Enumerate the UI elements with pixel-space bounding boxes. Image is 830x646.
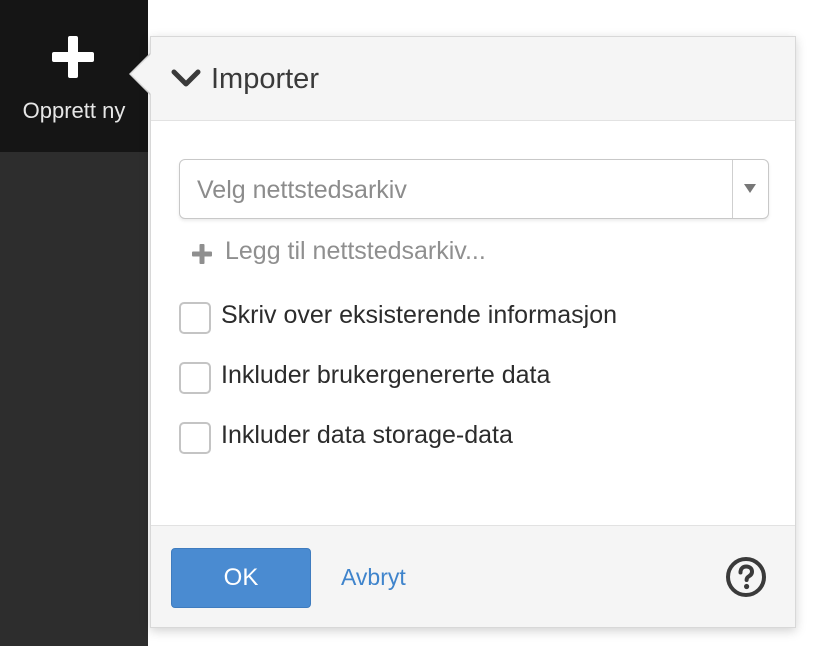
user-generated-checkbox[interactable] bbox=[179, 362, 211, 394]
plus-icon bbox=[52, 36, 94, 78]
site-archive-placeholder: Velg nettstedsarkiv bbox=[197, 176, 407, 204]
ok-button[interactable]: OK bbox=[171, 548, 311, 608]
add-site-archive-label: Legg til nettstedsarkiv... bbox=[225, 237, 486, 265]
import-dialog: Importer Velg nettstedsarkiv Legg til ne… bbox=[150, 36, 796, 628]
chevron-down-icon bbox=[171, 69, 201, 87]
user-generated-label: Inkluder brukergenererte data bbox=[221, 361, 551, 389]
dialog-title: Importer bbox=[211, 63, 319, 95]
site-archive-select[interactable]: Velg nettstedsarkiv bbox=[179, 159, 769, 219]
create-new-label: Opprett ny bbox=[22, 98, 126, 123]
popover-arrow-inner bbox=[131, 53, 152, 95]
plus-icon bbox=[192, 244, 212, 264]
data-storage-checkbox[interactable] bbox=[179, 422, 211, 454]
create-new-button[interactable]: Opprett ny bbox=[0, 0, 148, 152]
import-dialog-header[interactable]: Importer bbox=[151, 37, 795, 121]
data-storage-label: Inkluder data storage-data bbox=[221, 421, 513, 449]
select-divider bbox=[732, 160, 733, 218]
cancel-link[interactable]: Avbryt bbox=[341, 564, 406, 591]
overwrite-checkbox[interactable] bbox=[179, 302, 211, 334]
caret-down-icon[interactable] bbox=[744, 184, 756, 193]
sidebar: Opprett ny bbox=[0, 0, 148, 646]
help-circle-icon[interactable] bbox=[725, 556, 767, 598]
dialog-footer: OK Avbryt bbox=[151, 525, 795, 627]
overwrite-label: Skriv over eksisterende informasjon bbox=[221, 301, 617, 329]
